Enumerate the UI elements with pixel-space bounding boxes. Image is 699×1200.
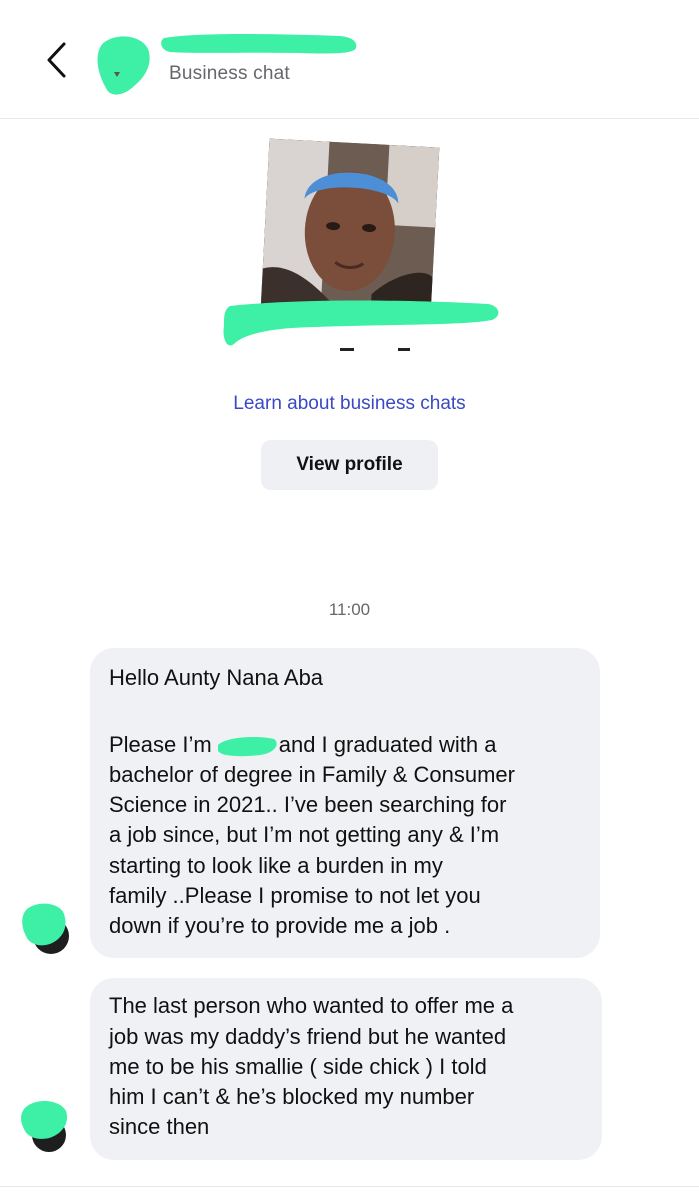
message-line: a job since, but I’m not getting any & I… xyxy=(109,822,500,847)
message-text: and I graduated with a xyxy=(278,732,497,757)
message-line: me to be his smallie ( side chick ) I to… xyxy=(109,1054,487,1079)
name-redacted xyxy=(217,737,277,757)
message-line: job was my daddy’s friend but he wanted xyxy=(109,1024,507,1049)
header-subtitle: Business chat xyxy=(169,63,290,84)
message-line: since then xyxy=(109,1114,210,1139)
divider xyxy=(0,1186,699,1187)
message-text: Please I’m xyxy=(109,732,212,757)
back-button[interactable] xyxy=(36,38,76,82)
learn-business-chats-link[interactable]: Learn about business chats xyxy=(0,393,699,415)
header-avatar-redacted[interactable] xyxy=(94,34,152,98)
message-bubble[interactable]: Hello Aunty Nana Aba Please I’m and I gra… xyxy=(90,648,600,958)
message-line: The last person who wanted to offer me a xyxy=(109,993,514,1018)
chat-header: Business chat xyxy=(0,0,699,119)
view-profile-button[interactable]: View profile xyxy=(261,440,438,490)
message-line: bachelor of degree in Family & Consumer xyxy=(109,762,515,787)
header-name-redacted xyxy=(161,34,357,54)
chevron-left-icon xyxy=(47,42,66,78)
message-line: him I can’t & he’s blocked my number xyxy=(109,1084,475,1109)
profile-name-redacted xyxy=(223,300,499,351)
sender-avatar-redacted[interactable] xyxy=(20,900,72,958)
message-line: family ..Please I promise to not let you xyxy=(109,883,481,908)
message-line: Hello Aunty Nana Aba xyxy=(109,665,324,690)
profile-photo[interactable] xyxy=(260,138,440,318)
message-bubble[interactable]: The last person who wanted to offer me a… xyxy=(90,978,602,1160)
message-line: starting to look like a burden in my xyxy=(109,853,443,878)
message-line: down if you’re to provide me a job . xyxy=(109,913,451,938)
message-timestamp: 11:00 xyxy=(328,600,371,619)
message-line: Science in 2021.. I’ve been searching fo… xyxy=(109,792,507,817)
sender-avatar-redacted[interactable] xyxy=(20,1097,72,1155)
message-line: Please I’m and I graduated with a xyxy=(109,730,496,760)
